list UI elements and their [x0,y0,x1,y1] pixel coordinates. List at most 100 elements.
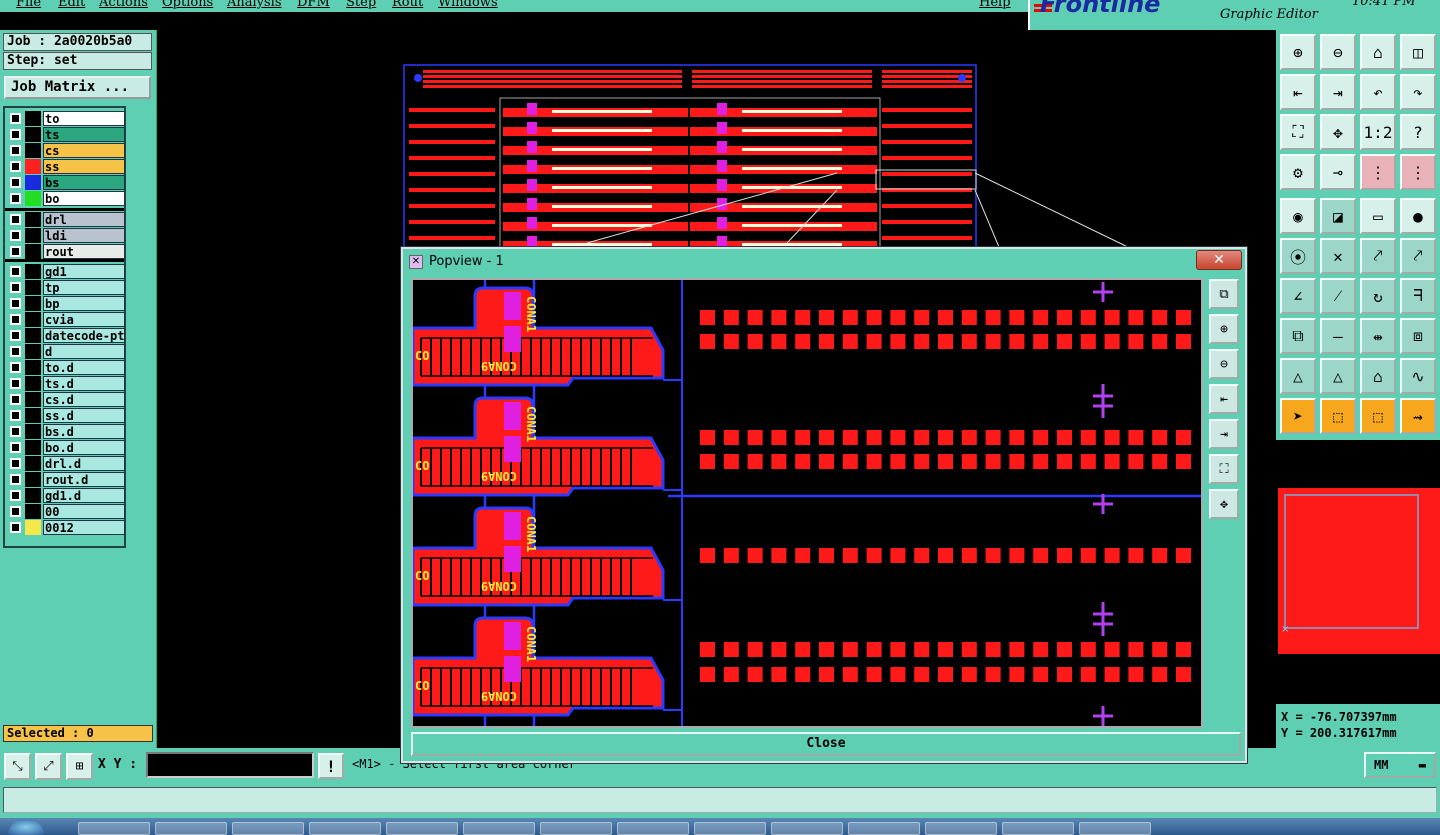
layer-checkbox[interactable] [10,522,21,533]
taskbar-button[interactable] [771,822,843,835]
menu-options[interactable]: Options [162,0,213,10]
layer-name[interactable]: ts.d [43,376,125,391]
layer-checkbox[interactable] [10,394,21,405]
layer-color-swatch[interactable] [25,328,41,343]
layer-color-swatch[interactable] [25,376,41,391]
layer-name[interactable]: to [43,111,125,126]
layer-checkbox[interactable] [10,490,21,501]
add-pad-icon[interactable]: ◉ [1280,198,1316,234]
layer-name[interactable]: bp [43,296,125,311]
scale-icon[interactable]: 1:2 [1360,114,1396,150]
layer-color-swatch[interactable] [25,360,41,375]
xy-input[interactable] [146,752,314,778]
layer-row-00[interactable]: 00 [7,504,125,519]
layer-checkbox[interactable] [10,246,21,257]
wave-icon[interactable]: ∿ [1400,358,1436,394]
path-icon[interactable]: ⇝ [1400,398,1436,434]
layer-row-to.d[interactable]: to.d [7,360,125,375]
pan-left-icon[interactable]: ⇤ [1280,74,1316,110]
layer-row-drl[interactable]: drl [7,212,125,227]
add-line-icon[interactable]: ◪ [1320,198,1356,234]
center-icon[interactable]: ✥ [1320,114,1356,150]
alert-icon[interactable]: ! [318,753,344,779]
layer-row-gd1.d[interactable]: gd1.d [7,488,125,503]
layer-name[interactable]: 0012 [43,520,125,535]
layer-checkbox[interactable] [10,145,21,156]
zoom-in-icon[interactable]: ⊕ [1209,314,1239,344]
snap-icon[interactable]: ⊸ [1320,154,1356,190]
window-icon[interactable]: ◫ [1400,34,1436,70]
layer-checkbox[interactable] [10,177,21,188]
layer-row-cs.d[interactable]: cs.d [7,392,125,407]
select-icon[interactable]: ⬚ [1320,398,1356,434]
layer-color-swatch[interactable] [25,244,41,259]
layer-color-swatch[interactable] [25,488,41,503]
popview-canvas[interactable]: CONA9CONA1COCONA9CONA1COCONA9CONA1COCONA… [411,278,1203,728]
layer-name[interactable]: cs.d [43,392,125,407]
home-icon[interactable]: ⌂ [1360,34,1396,70]
layer-name[interactable]: drl [43,212,125,227]
layer-color-swatch[interactable] [25,175,41,190]
layer-checkbox[interactable] [10,458,21,469]
arch-icon[interactable]: ⌂ [1360,358,1396,394]
layer-color-swatch[interactable] [25,392,41,407]
layer-color-swatch[interactable] [25,264,41,279]
layer-row-d[interactable]: d [7,344,125,359]
minimap[interactable]: × [1276,440,1440,704]
taskbar-button[interactable] [309,822,381,835]
layer-name[interactable]: datecode-pte [43,328,125,343]
layer-checkbox[interactable] [10,506,21,517]
undo-view-icon[interactable]: ↶ [1360,74,1396,110]
layer-checkbox[interactable] [10,330,21,341]
taskbar-button[interactable] [617,822,689,835]
settings-icon[interactable]: ⚙ [1280,154,1316,190]
menu-rout[interactable]: Rout [392,0,423,10]
zoom-in-icon[interactable]: ⊕ [1280,34,1316,70]
layer-row-rout[interactable]: rout [7,244,125,259]
layer-name[interactable]: ldi [43,228,125,243]
taskbar-button[interactable] [78,822,150,835]
route-icon[interactable]: ⤤ [1400,238,1436,274]
copy-icon[interactable]: ⧈ [1400,318,1436,354]
layer-name[interactable]: drl.d [43,456,125,471]
window-close-button[interactable]: ✕ [1196,250,1242,270]
layer-checkbox[interactable] [10,193,21,204]
taskbar-button[interactable] [925,822,997,835]
trim-icon[interactable]: — [1320,318,1356,354]
layer-name[interactable]: ss.d [43,408,125,423]
center-icon[interactable]: ✥ [1209,489,1239,519]
layer-checkbox[interactable] [10,161,21,172]
units-select[interactable]: MM ▬ [1364,752,1436,778]
triangle-icon[interactable]: △ [1280,358,1316,394]
pan-right-icon[interactable]: ⇥ [1209,419,1239,449]
taskbar-button[interactable] [848,822,920,835]
layer-row-bo[interactable]: bo [7,191,125,206]
layer-name[interactable]: gd1 [43,264,125,279]
menu-help[interactable]: Help [979,0,1011,10]
taskbar-button[interactable] [386,822,458,835]
layer-checkbox[interactable] [10,426,21,437]
taskbar-button[interactable] [1002,822,1074,835]
move-icon[interactable]: ⧉ [1280,318,1316,354]
ruler-icon[interactable]: ▭ [1360,198,1396,234]
pan-left-icon[interactable]: ⇤ [1209,384,1239,414]
layer-checkbox[interactable] [10,346,21,357]
layer-checkbox[interactable] [10,362,21,373]
layer-checkbox[interactable] [10,298,21,309]
layer-row-bs.d[interactable]: bs.d [7,424,125,439]
taskbar-button[interactable] [463,822,535,835]
layer-checkbox[interactable] [10,378,21,389]
layer-row-ss.d[interactable]: ss.d [7,408,125,423]
job-matrix-button[interactable]: Job Matrix ... [4,76,151,99]
fit-icon[interactable]: ⛶ [1209,454,1239,484]
menu-actions[interactable]: Actions [99,0,148,10]
layer-color-swatch[interactable] [25,159,41,174]
layer-checkbox[interactable] [10,230,21,241]
layer-checkbox[interactable] [10,410,21,421]
zoom-out-icon[interactable]: ⊖ [1209,349,1239,379]
fit-icon[interactable]: ⛶ [1280,114,1316,150]
layer-name[interactable]: tp [43,280,125,295]
layer-row-drl.d[interactable]: drl.d [7,456,125,471]
select-mode-icon[interactable]: ⤡ [4,753,31,780]
layer-color-swatch[interactable] [25,111,41,126]
